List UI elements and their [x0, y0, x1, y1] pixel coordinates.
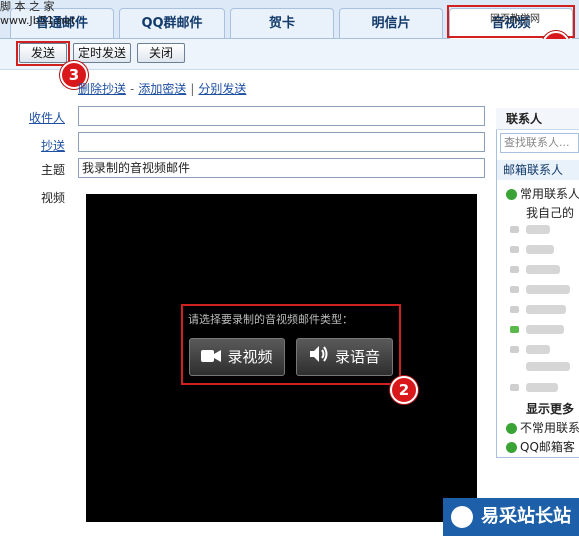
recipient-options: 删除抄送 - 添加密送 | 分别发送 [78, 80, 246, 97]
contact-item[interactable] [526, 265, 560, 274]
remove-cc-link[interactable]: 删除抄送 [78, 82, 126, 96]
frequent-contacts-group[interactable]: 常用联系人 [506, 185, 579, 202]
expand-icon [506, 189, 517, 200]
tab-label: QQ群邮件 [141, 16, 203, 31]
separate-send-link[interactable]: 分别发送 [198, 82, 246, 96]
contact-item[interactable] [526, 362, 570, 371]
video-camera-icon [201, 340, 222, 376]
contact-item[interactable] [526, 383, 558, 392]
contact-item[interactable] [526, 245, 554, 254]
separator: | [190, 82, 195, 96]
mailbox-contacts-section[interactable]: 邮箱联系人 [497, 160, 579, 180]
highlight-send-button [16, 41, 70, 66]
contacts-search-input[interactable]: 查找联系人... [500, 133, 579, 153]
watermark-top-right: 网页教学网 [490, 14, 540, 25]
close-button[interactable]: 关闭 [137, 43, 185, 63]
logo-text: 易采站长站 [481, 506, 571, 527]
to-input[interactable] [78, 106, 485, 126]
contact-item[interactable] [526, 305, 566, 314]
contacts-title: 联系人 [496, 108, 579, 130]
contact-icon [510, 384, 519, 391]
contact-icon [510, 286, 519, 293]
qq-mail-contacts-group[interactable]: QQ邮箱客 [506, 438, 575, 455]
contact-icon [510, 346, 519, 353]
cc-input[interactable] [78, 132, 485, 152]
video-label: 视频 [40, 191, 65, 205]
tab-label: 贺卡 [268, 16, 295, 31]
subject-input[interactable]: 我录制的音视频邮件 [78, 158, 485, 178]
expand-icon [506, 423, 517, 434]
record-audio-label: 录语音 [334, 348, 380, 366]
logo-icon [451, 506, 473, 528]
contact-icon [510, 306, 519, 313]
group-label: 常用联系人 [520, 187, 579, 201]
step-badge-2: 2 [390, 376, 418, 404]
separator: - [130, 82, 135, 96]
watermark-url: www.Jb51.net [0, 14, 76, 27]
tab-qq-group-mail[interactable]: QQ群邮件 [119, 8, 225, 38]
expand-icon [506, 442, 517, 453]
record-audio-button[interactable]: 录语音 [296, 338, 393, 376]
contact-icon [510, 266, 519, 273]
site-logo: 易采站长站 [443, 498, 579, 536]
tab-label: 明信片 [371, 16, 411, 31]
scheduled-send-button[interactable]: 定时发送 [73, 43, 131, 63]
contact-icon [510, 246, 519, 253]
infrequent-contacts-group[interactable]: 不常用联系 [506, 419, 579, 436]
contact-self[interactable]: 我自己的 [526, 204, 574, 221]
cc-label[interactable]: 抄送 [20, 137, 65, 154]
contact-online-icon [510, 326, 519, 333]
speaker-icon [309, 340, 329, 376]
contact-item[interactable] [526, 225, 550, 234]
group-label: 不常用联系 [520, 421, 579, 435]
show-more-link[interactable]: 显示更多 [526, 400, 574, 417]
add-bcc-link[interactable]: 添加密送 [138, 82, 186, 96]
watermark-text: 脚 本 之 家 [0, 0, 55, 13]
tab-postcard[interactable]: 明信片 [339, 8, 443, 38]
contact-item[interactable] [526, 285, 570, 294]
record-type-prompt: 请选择要录制的音视频邮件类型： [188, 313, 353, 326]
tab-greeting-card[interactable]: 贺卡 [230, 8, 334, 38]
contact-item[interactable] [526, 325, 564, 334]
record-video-button[interactable]: 录视频 [189, 338, 285, 376]
contact-item[interactable] [526, 345, 550, 354]
group-label: QQ邮箱客 [520, 440, 575, 454]
to-label[interactable]: 收件人 [20, 109, 65, 126]
record-video-label: 录视频 [227, 348, 273, 366]
contact-icon [510, 226, 519, 233]
subject-label: 主题 [40, 163, 65, 177]
watermark-site: 脚 本 之 家 www.Jb51.net [0, 0, 75, 28]
